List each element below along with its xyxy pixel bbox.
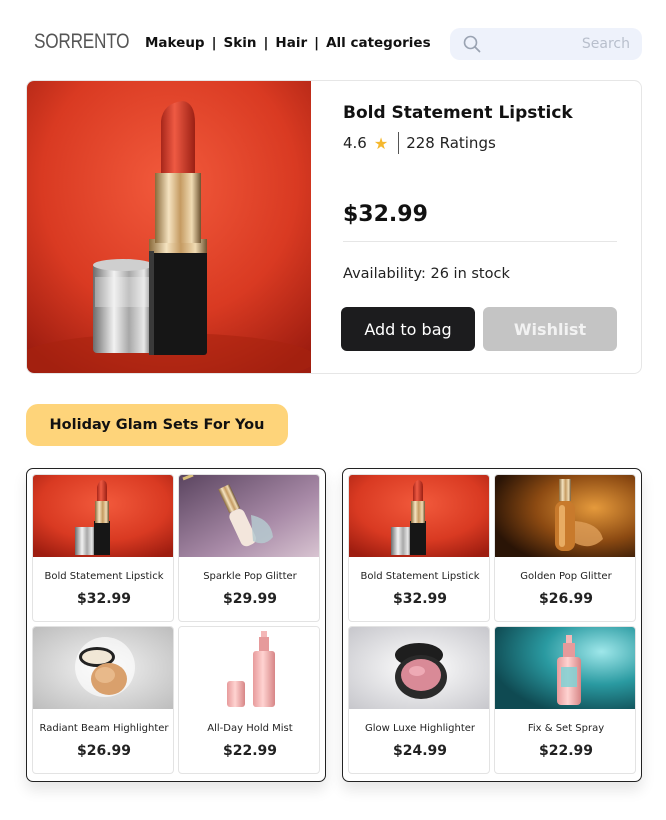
- item-name: All-Day Hold Mist: [207, 723, 293, 734]
- brand-logo-text: SORRENTO: [34, 30, 130, 53]
- search-input[interactable]: [510, 34, 630, 54]
- product-rating: 4.6 ★ 228 Ratings: [343, 132, 496, 154]
- divider: [343, 241, 617, 242]
- item-name: Bold Statement Lipstick: [44, 571, 164, 582]
- nav-separator: |: [314, 35, 320, 51]
- item-name: Fix & Set Spray: [527, 723, 605, 734]
- brand-logo[interactable]: SORRENTO: [34, 30, 130, 54]
- item-price: $32.99: [76, 591, 132, 607]
- product-info: Bold Statement Lipstick 4.6 ★ 228 Rating…: [341, 81, 633, 373]
- add-to-bag-button[interactable]: Add to bag: [341, 307, 475, 351]
- section-title-pill: Holiday Glam Sets For You: [26, 404, 288, 446]
- glam-set-card[interactable]: Bold Statement Lipstick $32.99 Sparkle P…: [26, 468, 326, 782]
- set-item[interactable]: Bold Statement Lipstick $32.99: [348, 474, 490, 622]
- nav-item-makeup[interactable]: Makeup: [145, 35, 205, 51]
- item-name: Bold Statement Lipstick: [360, 571, 480, 582]
- item-name: Glow Luxe Highlighter: [364, 723, 476, 734]
- product-thumbnail: [179, 627, 319, 709]
- nav-separator: |: [263, 35, 269, 51]
- product-price: $32.99: [343, 202, 428, 227]
- item-price: $26.99: [538, 591, 594, 607]
- rating-divider: [398, 132, 400, 154]
- nav-item-all-categories[interactable]: All categories: [326, 35, 431, 51]
- product-thumbnail: [33, 475, 173, 557]
- set-item[interactable]: Golden Pop Glitter $26.99: [494, 474, 636, 622]
- set-item[interactable]: All-Day Hold Mist $22.99: [178, 626, 320, 774]
- set-item[interactable]: Radiant Beam Highlighter $26.99: [32, 626, 174, 774]
- availability-text: Availability: 26 in stock: [343, 266, 510, 282]
- product-thumbnail: [349, 627, 489, 709]
- set-item[interactable]: Sparkle Pop Glitter $29.99: [178, 474, 320, 622]
- set-item[interactable]: Fix & Set Spray $22.99: [494, 626, 636, 774]
- rating-value: 4.6: [343, 134, 367, 152]
- product-thumbnail: [495, 627, 635, 709]
- item-name: Golden Pop Glitter: [520, 571, 612, 582]
- item-name: Radiant Beam Highlighter: [39, 723, 169, 734]
- item-price: $32.99: [392, 591, 448, 607]
- item-price: $24.99: [392, 743, 448, 759]
- item-price: $22.99: [222, 743, 278, 759]
- nav-separator: |: [211, 35, 217, 51]
- item-price: $22.99: [538, 743, 594, 759]
- product-thumbnail: [33, 627, 173, 709]
- product-title: Bold Statement Lipstick: [343, 103, 573, 123]
- product-thumbnail: [179, 475, 319, 557]
- section-title: Holiday Glam Sets For You: [49, 417, 265, 433]
- top-header: SORRENTO Makeup | Skin | Hair | All cate…: [0, 0, 666, 80]
- search-icon: [463, 35, 481, 53]
- nav-item-skin[interactable]: Skin: [224, 35, 257, 51]
- main-nav: Makeup | Skin | Hair | All categories: [145, 35, 431, 51]
- product-thumbnail: [495, 475, 635, 557]
- set-item[interactable]: Bold Statement Lipstick $32.99: [32, 474, 174, 622]
- glam-set-card[interactable]: Bold Statement Lipstick $32.99 Golden Po…: [342, 468, 642, 782]
- set-item[interactable]: Glow Luxe Highlighter $24.99: [348, 626, 490, 774]
- ratings-count[interactable]: 228 Ratings: [406, 134, 496, 152]
- item-name: Sparkle Pop Glitter: [203, 571, 297, 582]
- product-thumbnail: [349, 475, 489, 557]
- item-price: $26.99: [76, 743, 132, 759]
- wishlist-button[interactable]: Wishlist: [483, 307, 617, 351]
- star-icon: ★: [373, 133, 389, 153]
- product-image[interactable]: [27, 81, 311, 374]
- search-bar[interactable]: [450, 28, 642, 60]
- nav-item-hair[interactable]: Hair: [275, 35, 307, 51]
- item-price: $29.99: [222, 591, 278, 607]
- product-card: Bold Statement Lipstick 4.6 ★ 228 Rating…: [26, 80, 642, 374]
